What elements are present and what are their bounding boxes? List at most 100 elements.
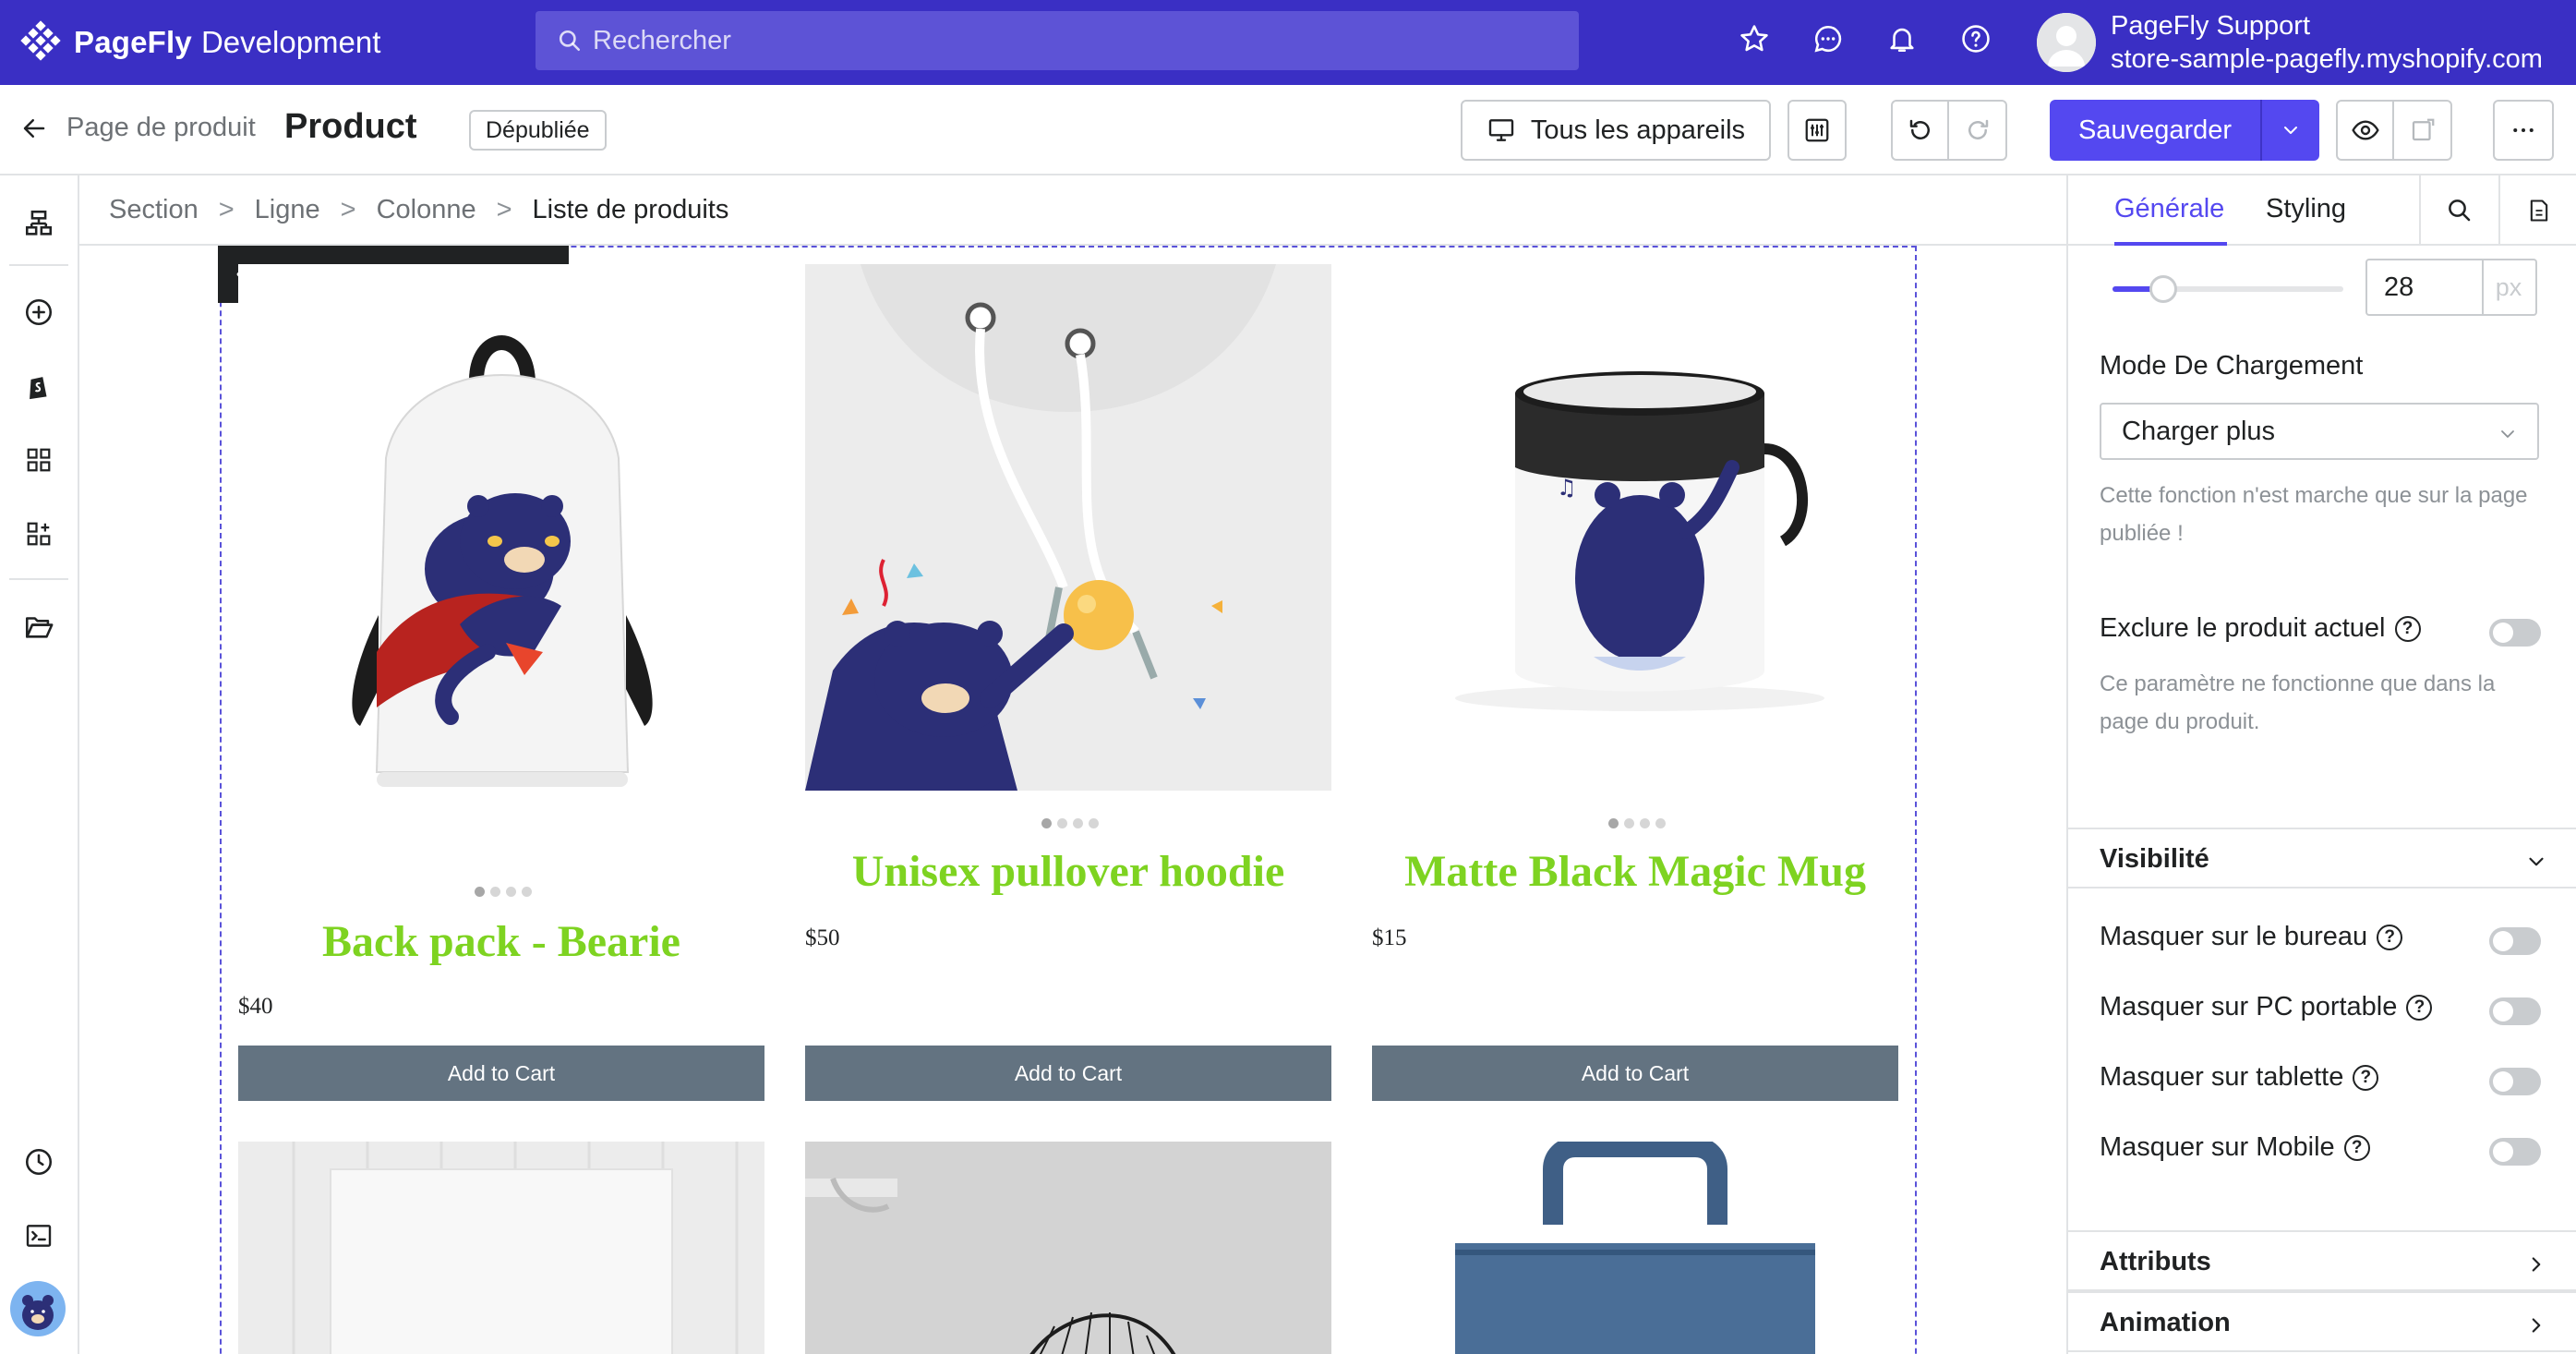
product-image-hat[interactable]: [805, 1142, 1331, 1354]
document-icon: [2530, 199, 2548, 222]
panel-search-button[interactable]: [2419, 175, 2498, 246]
monitor-icon: [1488, 119, 1514, 141]
question-circle-icon[interactable]: ?: [2394, 616, 2421, 642]
hide-laptop-toggle[interactable]: [2489, 997, 2541, 1025]
question-circle-icon[interactable]: ?: [2343, 1135, 2370, 1161]
settings-sliders-button[interactable]: [1788, 100, 1847, 161]
visibility-title: Visibilité: [2100, 844, 2209, 874]
rail-divider: [9, 578, 68, 580]
save-button[interactable]: Sauvegarder: [2050, 100, 2260, 161]
chevron-right-icon: [2532, 1257, 2541, 1272]
undo-button[interactable]: [1893, 102, 1950, 159]
add-app-icon[interactable]: [18, 514, 59, 554]
hide-tablet-toggle[interactable]: [2489, 1068, 2541, 1095]
image-pagination-dots[interactable]: [475, 887, 532, 897]
breadcrumb-item-column[interactable]: Colonne: [377, 195, 476, 225]
add-element-icon[interactable]: [18, 292, 59, 332]
shopify-icon[interactable]: [18, 366, 59, 406]
more-options-button[interactable]: [2493, 100, 2554, 161]
history-icon[interactable]: [18, 1142, 59, 1182]
hide-laptop-text: Masquer sur PC portable: [2100, 992, 2398, 1022]
bell-icon[interactable]: [1884, 20, 1920, 57]
chevron-down-icon: [2529, 857, 2544, 866]
app-logo[interactable]: PageFly Development: [18, 18, 380, 66]
user-name: PageFly Support: [2111, 11, 2311, 41]
undo-redo-group: [1891, 100, 2007, 161]
image-pagination-dots[interactable]: [1041, 818, 1099, 828]
size-input[interactable]: 28: [2365, 259, 2484, 316]
add-to-cart-button[interactable]: Add to Cart: [1372, 1046, 1898, 1101]
settings-panel: Générale Styling 28 px Mode De Chargemen…: [2066, 175, 2576, 1354]
product-price: $15: [1372, 925, 1407, 950]
loading-mode-select[interactable]: Charger plus: [2100, 403, 2539, 460]
add-to-cart-button[interactable]: Add to Cart: [805, 1046, 1331, 1101]
brand-sub: Development: [200, 25, 381, 59]
hide-laptop-label: Masquer sur PC portable?: [2100, 992, 2433, 1022]
publish-icon: [2412, 118, 2434, 141]
status-badge: Dépubliée: [469, 110, 607, 151]
redo-button[interactable]: [1949, 102, 2005, 159]
size-slider[interactable]: [2113, 286, 2343, 292]
device-selector-button[interactable]: Tous les appareils: [1461, 100, 1771, 161]
search-placeholder: Rechercher: [593, 25, 731, 55]
code-terminal-icon[interactable]: [18, 1215, 59, 1256]
animation-section-header[interactable]: Animation: [2068, 1291, 2576, 1352]
user-menu[interactable]: PageFly Support store-sample-pagefly.mys…: [2037, 9, 2543, 76]
editor-toolbar: Page de produit Product Dépubliée Tous l…: [0, 85, 2576, 175]
sections-grid-icon[interactable]: [18, 440, 59, 480]
exclude-current-text: Exclure le produit actuel: [2100, 613, 2386, 643]
layers-icon[interactable]: [18, 203, 59, 244]
hide-desktop-text: Masquer sur le bureau: [2100, 922, 2368, 951]
bear-mascot-icon[interactable]: [9, 1280, 66, 1337]
hide-mobile-label: Masquer sur Mobile?: [2100, 1132, 2370, 1163]
question-circle-icon[interactable]: ?: [2377, 925, 2403, 950]
attributes-section-header[interactable]: Attributs: [2068, 1230, 2576, 1291]
add-to-cart-button[interactable]: Add to Cart: [238, 1046, 764, 1101]
hide-desktop-toggle[interactable]: [2489, 927, 2541, 955]
folder-icon[interactable]: [18, 606, 59, 647]
sliders-icon: [1805, 118, 1829, 142]
hide-mobile-text: Masquer sur Mobile: [2100, 1132, 2335, 1162]
product-title[interactable]: Back pack - Bearie: [238, 916, 764, 967]
help-icon[interactable]: [1957, 20, 1994, 57]
editor-canvas[interactable]: Back pack - Bearie $40 Add to Cart Unise…: [79, 246, 2066, 1354]
product-title[interactable]: Matte Black Magic Mug: [1372, 846, 1898, 897]
product-price: $50: [805, 925, 840, 950]
attributes-title: Attributs: [2100, 1247, 2211, 1276]
brand-name: PageFly: [74, 25, 192, 59]
breadcrumb-item-section[interactable]: Section: [109, 195, 199, 225]
chat-icon[interactable]: [1810, 20, 1847, 57]
avatar: [2037, 13, 2096, 72]
save-button-group: Sauvegarder: [2050, 100, 2319, 161]
slider-handle[interactable]: [2149, 275, 2177, 303]
save-dropdown-button[interactable]: [2260, 100, 2319, 161]
exclude-current-toggle[interactable]: [2489, 619, 2541, 647]
question-circle-icon[interactable]: ?: [2353, 1065, 2379, 1091]
chevron-right-icon: >: [218, 194, 235, 224]
tab-styling[interactable]: Styling: [2266, 194, 2346, 224]
star-icon[interactable]: [1736, 20, 1773, 57]
preview-button[interactable]: [2338, 102, 2395, 159]
tab-general[interactable]: Générale: [2114, 194, 2224, 224]
panel-document-button[interactable]: [2498, 175, 2576, 246]
breadcrumb-item-row[interactable]: Ligne: [255, 195, 320, 225]
question-circle-icon[interactable]: ?: [2406, 995, 2433, 1021]
visibility-section-header[interactable]: Visibilité: [2068, 828, 2576, 889]
preview-group: [2336, 100, 2452, 161]
product-image-tote-white[interactable]: [238, 1142, 764, 1354]
product-image-mug[interactable]: ♫: [1372, 264, 1898, 791]
product-image-hoodie[interactable]: [805, 264, 1331, 791]
product-image-backpack[interactable]: [238, 264, 764, 855]
hide-mobile-toggle[interactable]: [2489, 1138, 2541, 1166]
top-bar: PageFly Development Rechercher PageFly S…: [0, 0, 2576, 85]
product-title[interactable]: Unisex pullover hoodie: [805, 846, 1331, 897]
arrow-left-icon: [23, 118, 45, 138]
product-image-tote-denim[interactable]: [1372, 1142, 1898, 1354]
search-input[interactable]: Rechercher: [536, 11, 1579, 70]
image-pagination-dots[interactable]: [1608, 818, 1666, 828]
active-tab-indicator: [2114, 242, 2227, 246]
back-link[interactable]: Page de produit: [20, 113, 256, 143]
undo-icon: [1909, 119, 1930, 139]
publish-button[interactable]: [2394, 102, 2450, 159]
exclude-current-help: Ce paramètre ne fonctionne que dans la p…: [2100, 671, 2496, 734]
